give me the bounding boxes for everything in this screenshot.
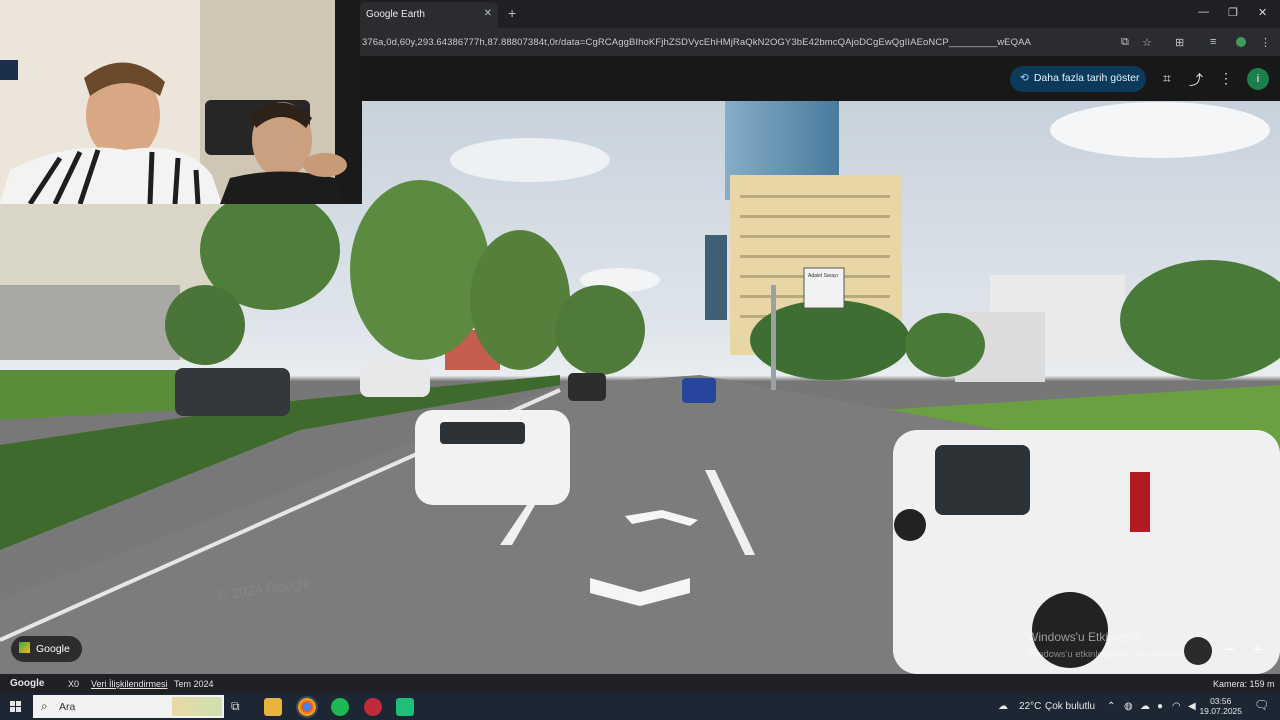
star-icon[interactable]: ☆ <box>1142 36 1152 49</box>
footer-scale: X0 <box>68 679 80 689</box>
history-button[interactable]: ⟲ Daha fazla tarih göster <box>1010 66 1146 92</box>
tab-close-icon[interactable]: ✕ <box>484 8 492 19</box>
window-close-button[interactable]: ✕ <box>1258 6 1267 19</box>
url-field[interactable]: 376a,0d,60y,293.64386777h,87.88807384t,0… <box>362 37 1031 48</box>
extensions-icon[interactable]: ⊞ <box>1175 36 1184 49</box>
cast-icon[interactable]: ⧉ <box>1121 36 1129 49</box>
zoom-controls: − + <box>1218 639 1272 663</box>
screenshot-icon[interactable]: ⌗ <box>1163 70 1171 87</box>
clock-time: 03:56 <box>1210 696 1232 706</box>
compass-icon[interactable] <box>1184 637 1212 665</box>
taskbar-search[interactable]: ⌕ Ara <box>33 695 224 718</box>
screen: Adalet Sarayı © 2024 Google Google Earth… <box>0 0 1280 720</box>
restore-button[interactable]: ❐ <box>1228 6 1238 19</box>
task-view-icon[interactable]: ⧉ <box>231 698 249 716</box>
tab-google-earth[interactable]: Google Earth ✕ <box>360 2 498 28</box>
weather-icon: ☁ <box>998 701 1008 712</box>
share-icon[interactable]: ⤴ <box>1189 70 1203 90</box>
google-logo-chip[interactable]: Google <box>11 636 82 662</box>
clock-date: 19.07.2025 <box>1199 706 1242 716</box>
data-attribution-link[interactable]: Veri İlişkilendirmesi <box>91 679 168 689</box>
search-highlight-image <box>172 697 222 716</box>
whatsapp-icon[interactable] <box>396 698 414 716</box>
spotify-icon[interactable] <box>331 698 349 716</box>
activate-windows-title: Windows'u Etkinleştir <box>1027 630 1140 644</box>
imagery-date: Tem 2024 <box>174 679 214 689</box>
windows-taskbar: ⌕ Ara ⧉ ☁ 22°C Çok bulutlu ⌃ ◍ ☁ ● ◠ ◀ 0… <box>0 693 1280 720</box>
browser-tab-bar: Google Earth ✕ + — ❐ ✕ <box>360 0 1280 28</box>
minimize-button[interactable]: — <box>1198 6 1209 18</box>
zoom-out-button[interactable]: − <box>1218 639 1242 663</box>
chrome-icon[interactable] <box>296 696 318 718</box>
webcam-image <box>0 0 362 204</box>
taskbar-clock[interactable]: 03:56 19.07.2025 <box>1199 696 1242 716</box>
history-icon: ⟲ <box>1020 72 1029 84</box>
avatar[interactable]: i <box>1247 68 1269 90</box>
earth-toolbar: ⟲ Daha fazla tarih göster ⌗ ⤴ ⋮ i <box>360 56 1280 101</box>
profile-icon[interactable] <box>1236 37 1246 47</box>
earth-footer: Google X0 Veri İlişkilendirmesi Tem 2024… <box>0 674 1280 693</box>
app-icon[interactable] <box>364 698 382 716</box>
cloud-icon[interactable]: ☁ <box>1140 701 1150 712</box>
tab-title: Google Earth <box>366 9 425 20</box>
more-options-icon[interactable]: ⋮ <box>1219 70 1233 87</box>
volume-icon[interactable]: ◀ <box>1188 701 1196 712</box>
file-explorer-icon[interactable] <box>264 698 282 716</box>
camera-altitude: Kamera: 159 m <box>1213 679 1275 689</box>
media-icon[interactable]: ≡ <box>1210 36 1216 48</box>
menu-icon[interactable]: ⋮ <box>1260 36 1271 49</box>
address-bar: 376a,0d,60y,293.64386777h,87.88807384t,0… <box>360 28 1280 56</box>
wifi-icon[interactable]: ◠ <box>1172 701 1181 712</box>
weather-temp[interactable]: 22°C <box>1019 701 1041 712</box>
google-chip-label: Google <box>36 643 70 655</box>
zoom-in-button[interactable]: + <box>1246 639 1270 663</box>
tray-chevron-icon[interactable]: ⌃ <box>1107 701 1115 712</box>
search-placeholder: Ara <box>59 701 76 713</box>
windows-start-icon[interactable] <box>10 701 22 713</box>
notifications-icon[interactable]: 🗨 <box>1254 698 1269 712</box>
mic-icon[interactable]: ● <box>1157 701 1163 712</box>
history-button-label: Daha fazla tarih göster <box>1033 72 1140 84</box>
google-earth-icon <box>19 642 30 653</box>
footer-google-logo: Google <box>10 678 45 689</box>
webcam-overlay <box>0 0 362 204</box>
new-tab-button[interactable]: + <box>508 5 516 21</box>
network-icon[interactable]: ◍ <box>1124 701 1133 712</box>
street-sign-text: Adalet Sarayı <box>808 273 838 279</box>
search-icon: ⌕ <box>41 699 48 713</box>
weather-text[interactable]: Çok bulutlu <box>1045 701 1095 712</box>
